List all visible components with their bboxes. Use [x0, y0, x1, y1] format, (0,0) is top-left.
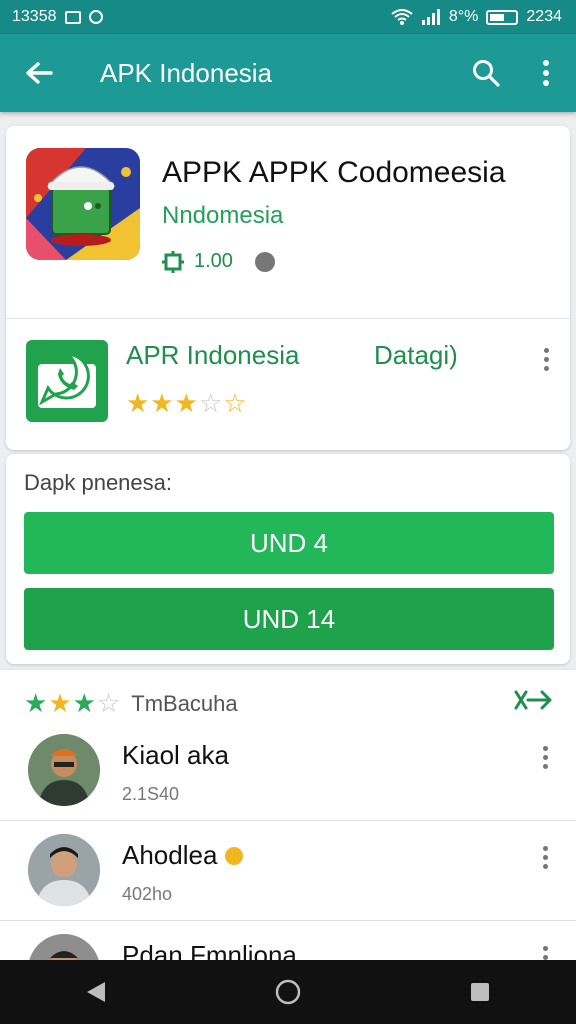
actions-card: Dapk pnenesa: UND 4 UND 14	[6, 454, 570, 664]
square-recents-icon	[471, 983, 489, 1001]
system-nav-bar	[0, 960, 576, 1024]
avatar	[28, 834, 100, 906]
search-button[interactable]	[456, 34, 516, 112]
review-item[interactable]: Ahodlea 402ho	[0, 834, 576, 934]
more-vert-icon	[543, 60, 549, 86]
app-developer[interactable]: Nndomesia	[162, 202, 283, 230]
app-title: APPK APPK Codomeesia	[162, 156, 506, 189]
app-detail-card: APPK APPK Codomeesia Nndomesia 1.00 APR …	[6, 126, 570, 450]
status-time: 13358	[12, 8, 57, 25]
circle-home-icon	[275, 979, 301, 1005]
battery-percent: 8°%	[448, 8, 479, 25]
chat-icon	[38, 352, 96, 408]
app-bar: APK Indonesia	[0, 34, 576, 112]
review-time: 2.1S40	[122, 784, 180, 804]
nav-home-button[interactable]	[258, 960, 318, 1024]
arrow-left-icon	[26, 62, 53, 84]
wifi-icon	[391, 9, 413, 25]
app-logo-icon	[26, 148, 140, 260]
search-icon	[473, 60, 500, 87]
review-time: 402ho	[122, 884, 173, 904]
app-meta: 1.00	[162, 250, 275, 273]
reviews-header-label: TmBacuha	[131, 690, 238, 716]
sync-icon	[88, 10, 103, 24]
nav-recents-button[interactable]	[450, 960, 510, 1024]
review-author: Kiaol aka	[122, 740, 229, 770]
status-bar: 13358 8°% 2234	[0, 0, 576, 34]
user-avatar-icon	[28, 734, 100, 806]
back-button[interactable]	[0, 34, 78, 112]
section-label: Dapk pnenesa:	[24, 470, 172, 495]
user-avatar-icon	[28, 834, 100, 906]
related-app-name[interactable]: APR Indonesia	[126, 340, 299, 371]
nav-back-button[interactable]	[66, 960, 126, 1024]
triangle-back-icon	[87, 982, 105, 1002]
arrow-right-icon	[514, 690, 552, 710]
related-app-action[interactable]: Datagi)	[374, 340, 458, 371]
download-badge-icon	[162, 250, 184, 273]
review-item[interactable]: Kiaol aka 2.1S40	[0, 734, 576, 834]
reviews-more-button[interactable]	[514, 688, 554, 719]
notification-icon	[64, 10, 81, 24]
review-menu-button[interactable]	[533, 846, 557, 869]
divider	[0, 920, 576, 921]
status-clock: 2234	[526, 8, 562, 25]
reviews-stars: ★★★☆	[24, 688, 122, 718]
related-app-rating: ★★★☆☆	[126, 388, 248, 418]
avatar	[28, 734, 100, 806]
related-app-menu-button[interactable]	[534, 348, 558, 371]
app-icon[interactable]	[26, 148, 140, 260]
app-count: 1.00	[194, 250, 233, 272]
verified-badge-icon	[225, 846, 244, 865]
reviews-header: ★★★☆ TmBacuha	[24, 688, 238, 719]
reviews-card: ★★★☆ TmBacuha Kiaol aka 2.1S40 Ahodlea 4…	[0, 670, 576, 1006]
overflow-menu-button[interactable]	[516, 34, 576, 112]
signal-icon	[421, 9, 440, 25]
review-menu-button[interactable]	[533, 746, 557, 769]
review-author: Ahodlea	[122, 840, 244, 871]
primary-button[interactable]: UND 4	[24, 512, 554, 574]
divider	[0, 820, 576, 821]
battery-icon	[486, 9, 519, 25]
secondary-button[interactable]: UND 14	[24, 588, 554, 650]
related-app-icon[interactable]	[26, 340, 108, 422]
globe-icon	[254, 251, 275, 272]
divider	[6, 318, 570, 319]
app-bar-title: APK Indonesia	[100, 57, 273, 88]
